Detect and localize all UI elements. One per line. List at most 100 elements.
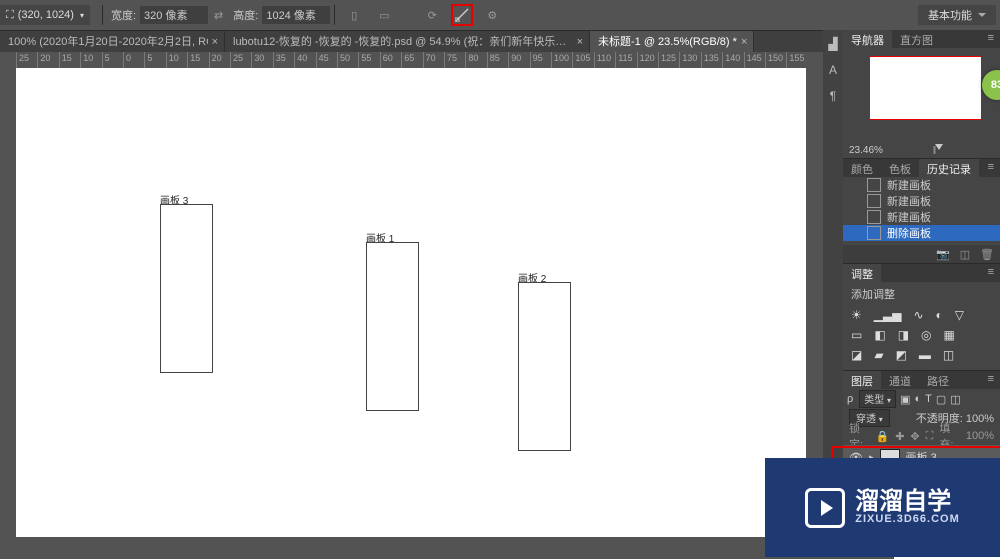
watermark-overlay: 溜溜自学 ZIXUE.3D66.COM [765,458,1000,557]
trash-icon[interactable]: 🗑 [980,247,994,261]
channel-mixer-icon[interactable]: ▦ [944,328,955,342]
snapshot-icon[interactable]: 📷 [936,247,950,261]
ruler-tick: 25 [16,52,17,68]
exposure-icon[interactable]: ◐ [936,308,943,322]
ruler-tick: 150 [765,52,766,68]
ruler-tick: 60 [380,52,381,68]
lock-all-icon[interactable]: 🔒 [876,430,890,443]
doc-tab-2[interactable]: 未标题-1 @ 23.5%(RGB/8) * × [590,31,754,53]
add-adjustment-label: 添加调整 [851,286,992,302]
artboard[interactable] [366,242,419,411]
options-bar: ⛶ (320, 1024) ▾ 宽度: 320 像素 ⇄ 高度: 1024 像素… [0,0,1000,31]
straighten-icon[interactable] [451,4,473,26]
lock-nested-icon[interactable]: ⛶ [926,430,934,443]
history-item[interactable]: 删除画板 [843,225,1000,241]
brand-url: ZIXUE.3D66.COM [855,514,959,525]
ruler-tick: 25 [230,52,231,68]
ruler-tick: 80 [465,52,466,68]
character-strip-icon[interactable]: A [825,62,841,78]
close-icon[interactable]: × [577,31,583,53]
landscape-crop-icon[interactable]: ▭ [373,4,395,26]
opacity-value[interactable]: 100% [966,413,994,425]
artboard[interactable] [160,204,213,373]
paragraph-strip-icon[interactable]: ¶ [825,88,841,104]
ruler-tick: 85 [487,52,488,68]
navigator-preview[interactable] [869,56,982,120]
selective-color-icon[interactable]: ◫ [943,348,954,362]
history-footer: 📷 ◫ 🗑 [843,245,1000,263]
doc-tab-1[interactable]: lubotu12-恢复的 -恢复的 -恢复的.psd @ 54.9% (祝：亲们… [225,31,590,53]
height-field[interactable]: 1024 像素 [262,6,330,24]
histogram-strip-icon[interactable]: ▟ [825,36,841,52]
ruler-tick: 20 [209,52,210,68]
panel-menu-icon[interactable]: ≡ [982,264,1000,282]
portrait-crop-icon[interactable]: ▯ [343,4,365,26]
lock-position-icon[interactable]: ✥ [910,430,919,443]
photo-filter-icon[interactable]: ◎ [921,328,931,342]
ruler-tick: 15 [187,52,188,68]
crop-preset-chip[interactable]: ⛶ (320, 1024) ▾ [0,5,90,25]
ruler-vertical[interactable] [0,68,17,537]
ruler-tick: 20 [37,52,38,68]
close-icon[interactable]: × [741,31,747,53]
new-state-icon[interactable]: ◫ [958,247,972,261]
panel-menu-icon[interactable]: ≡ [982,159,1000,177]
fill-value[interactable]: 100% [966,430,994,442]
channels-tab[interactable]: 通道 [881,371,919,389]
history-step-icon [867,194,881,208]
ruler-tick: 10 [80,52,81,68]
filter-shape-icon[interactable]: ▢ [936,393,946,406]
levels-icon[interactable]: ▁▃▅ [874,308,902,322]
ruler-tick: 90 [508,52,509,68]
invert-icon[interactable]: ◪ [851,348,862,362]
lock-pixels-icon[interactable]: ✚ [895,430,904,443]
histogram-tab[interactable]: 直方图 [892,30,941,48]
curves-icon[interactable]: ∿ [913,308,923,322]
colorbalance-icon[interactable]: ◧ [874,328,885,342]
swatches-tab[interactable]: 色板 [881,159,919,177]
posterize-icon[interactable]: ▰ [874,348,883,362]
adjustments-tab[interactable]: 调整 [843,264,881,282]
filter-pixel-icon[interactable]: ▣ [900,393,910,406]
layer-filter-kind[interactable]: 类型 ▾ [859,390,896,408]
threshold-icon[interactable]: ◩ [896,348,907,362]
panel-menu-icon[interactable]: ≡ [982,371,1000,389]
brand-cn: 溜溜自学 [855,490,959,514]
history-tab[interactable]: 历史记录 [919,159,979,177]
rotate-crop-icon[interactable]: ⟳ [421,4,443,26]
bw-icon[interactable]: ◨ [898,328,909,342]
gradientmap-icon[interactable]: ▬ [919,348,931,362]
gear-icon[interactable]: ⚙ [481,4,503,26]
doc-tab-0[interactable]: 100% (2020年1月20日-2020年2月2日, RGB/8#) * × [0,31,225,53]
history-item[interactable]: 新建画板 [843,209,1000,225]
color-tab[interactable]: 颜色 [843,159,881,177]
filter-type-icon[interactable]: T [925,393,932,405]
navigator-panel: 导航器 直方图 ≡ 23.46% [843,30,1000,159]
workspace-switcher[interactable]: 基本功能 [918,5,996,25]
canvas-viewport[interactable]: 画板 3画板 1画板 2 [16,68,823,537]
filter-smart-icon[interactable]: ◫ [950,393,960,406]
panel-menu-icon[interactable]: ≡ [982,30,1000,48]
filter-adjust-icon[interactable]: ◐ [914,393,921,405]
ruler-horizontal[interactable]: 2520151050510152025303540455055606570758… [16,52,823,69]
close-icon[interactable]: × [212,31,218,53]
width-field[interactable]: 320 像素 [140,6,208,24]
navigator-tab[interactable]: 导航器 [843,30,892,48]
brightness-icon[interactable]: ☀ [851,308,862,322]
vibrance-icon[interactable]: ▽ [955,308,964,322]
layers-tab[interactable]: 图层 [843,371,881,389]
paths-tab[interactable]: 路径 [919,371,957,389]
canvas[interactable]: 画板 3画板 1画板 2 [16,68,806,537]
ruler-tick: 125 [658,52,659,68]
ruler-tick: 65 [401,52,402,68]
ruler-tick: 15 [59,52,60,68]
artboard[interactable] [518,282,571,451]
ruler-tick: 70 [423,52,424,68]
history-item[interactable]: 新建画板 [843,193,1000,209]
navigator-zoom-slider[interactable] [889,146,980,154]
hue-icon[interactable]: ▭ [851,328,862,342]
ruler-tick: 35 [273,52,274,68]
swap-wh-icon[interactable]: ⇄ [214,9,223,22]
ruler-tick: 95 [530,52,531,68]
history-item[interactable]: 新建画板 [843,177,1000,193]
